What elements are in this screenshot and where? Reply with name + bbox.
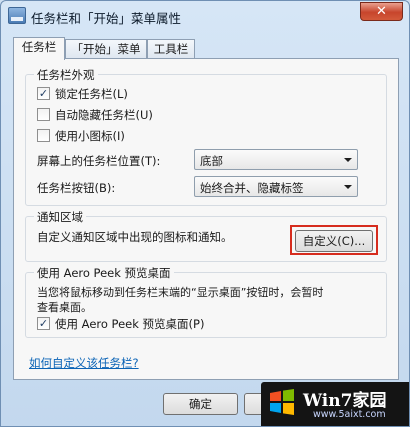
lock-taskbar-checkbox[interactable]: ✓	[37, 87, 50, 100]
help-link[interactable]: 如何自定义该任务栏?	[29, 355, 139, 371]
taskbar-location-select[interactable]: 底部	[194, 149, 358, 170]
taskbar-location-label: 屏幕上的任务栏位置(T):	[37, 154, 161, 168]
auto-hide-checkbox[interactable]	[37, 108, 50, 121]
auto-hide-label: 自动隐藏任务栏(U)	[55, 108, 153, 122]
aero-peek-label: 使用 Aero Peek 预览桌面(P)	[55, 317, 205, 331]
ok-button[interactable]: 确定	[163, 393, 238, 415]
aero-peek-group-title: 使用 Aero Peek 预览桌面	[34, 265, 174, 281]
chevron-down-icon	[344, 158, 352, 162]
watermark-brand: Win7家园	[303, 391, 387, 411]
taskbar-buttons-select[interactable]: 始终合并、隐藏标签	[194, 176, 358, 197]
tab-toolbars[interactable]: 工具栏	[147, 39, 195, 59]
tab-start-menu[interactable]: 「开始」菜单	[65, 39, 147, 59]
aero-peek-description-line2: 查看桌面。	[37, 301, 92, 314]
notification-description: 自定义通知区域中出现的图标和通知。	[37, 230, 233, 244]
small-icons-checkbox[interactable]	[37, 129, 50, 142]
tab-taskbar[interactable]: 任务栏	[13, 37, 65, 60]
auto-hide-option[interactable]: 自动隐藏任务栏(U)	[37, 107, 237, 123]
customize-highlight-box	[290, 225, 378, 255]
small-icons-option[interactable]: 使用小图标(I)	[37, 128, 237, 144]
lock-taskbar-label: 锁定任务栏(L)	[55, 87, 128, 101]
windows-logo-icon	[270, 389, 294, 415]
small-icons-label: 使用小图标(I)	[55, 129, 125, 143]
window-title: 任务栏和「开始」菜单属性	[31, 11, 182, 26]
watermark-url: www.5aixt.com	[313, 409, 386, 420]
taskbar-buttons-value: 始终合并、隐藏标签	[200, 181, 304, 195]
taskbar-location-value: 底部	[200, 154, 223, 168]
title-bar[interactable]: 任务栏和「开始」菜单属性 ✕	[1, 1, 409, 31]
site-watermark: Win7家园 www.5aixt.com	[261, 382, 409, 426]
close-button[interactable]: ✕	[360, 2, 403, 21]
aero-peek-description-line1: 当您将鼠标移动到任务栏末端的“显示桌面”按钮时，会暂时	[37, 286, 324, 299]
appearance-group-title: 任务栏外观	[34, 67, 98, 83]
aero-peek-checkbox[interactable]: ✓	[37, 317, 50, 330]
chevron-down-icon	[344, 185, 352, 189]
taskbar-buttons-label: 任务栏按钮(B):	[37, 181, 116, 195]
notification-group-title: 通知区域	[34, 209, 86, 225]
properties-dialog: 任务栏和「开始」菜单属性 ✕ 任务栏 「开始」菜单 工具栏 任务栏外观 ✓ 锁定…	[0, 0, 410, 427]
aero-peek-option[interactable]: ✓ 使用 Aero Peek 预览桌面(P)	[37, 316, 277, 332]
tab-panel: 任务栏外观 ✓ 锁定任务栏(L) 自动隐藏任务栏(U) 使用小图标(I) 屏幕上…	[13, 58, 399, 380]
lock-taskbar-option[interactable]: ✓ 锁定任务栏(L)	[37, 86, 237, 102]
taskbar-properties-icon	[8, 7, 26, 24]
